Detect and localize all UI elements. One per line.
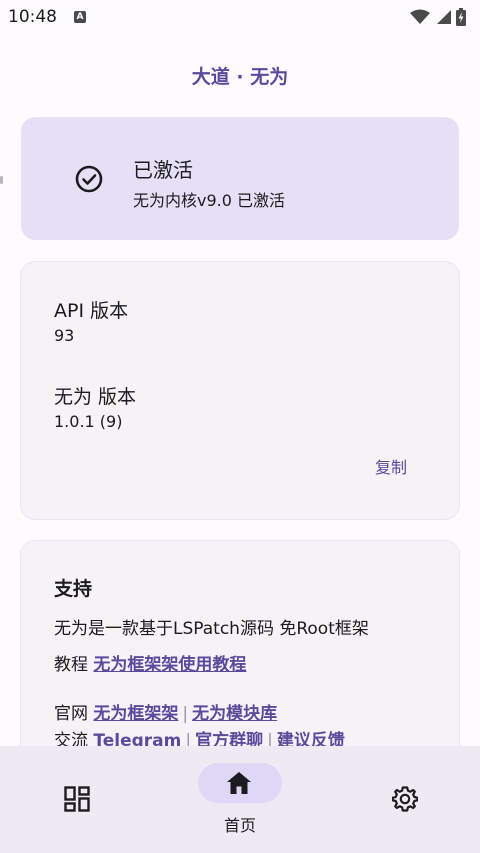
modules-icon [64,786,90,812]
app-version-label: 无为 版本 [54,386,137,408]
version-card: API 版本 93 无为 版本 1.0.1 (9) 复制 [21,262,459,519]
status-time: 10:48 [8,7,57,27]
wifi-icon [410,9,430,24]
signal-icon [437,10,451,24]
nav-settings[interactable] [368,746,440,853]
tutorial-row: 教程 无为框架架使用教程 [54,650,246,675]
separator: | [182,704,189,724]
bottom-navigation: 首页 [0,746,480,853]
api-version-label: API 版本 [54,300,129,322]
website-prefix: 官网 [54,704,88,724]
status-icons [410,8,466,26]
settings-icon [392,786,418,812]
edge-indicator [0,176,3,184]
support-description: 无为是一款基于LSPatch源码 免Root框架 [54,619,369,639]
copy-button[interactable]: 复制 [375,454,407,478]
nav-modules[interactable] [40,746,112,853]
tutorial-prefix: 教程 [54,655,88,675]
app-title: 大道 · 无为 [191,66,289,88]
app-version-value: 1.0.1 (9) [54,412,123,431]
home-icon [227,772,251,794]
website-link-modules[interactable]: 无为模块库 [192,704,277,724]
support-title: 支持 [54,578,93,600]
activation-card: 已激活 无为内核v9.0 已激活 [21,117,459,240]
check-circle-icon [75,165,103,193]
tutorial-link[interactable]: 无为框架架使用教程 [93,655,246,675]
battery-charging-icon [456,8,466,26]
activation-subtitle: 无为内核v9.0 已激活 [133,191,286,210]
website-link-framework[interactable]: 无为框架架 [93,704,178,724]
notification-icon: A [74,11,86,23]
website-row: 官网 无为框架架 | 无为模块库 [54,699,277,724]
nav-home-label: 首页 [223,816,256,835]
status-bar: 10:48 A [0,0,480,34]
nav-home[interactable]: 首页 [196,746,284,853]
activation-title: 已激活 [133,158,193,182]
api-version-value: 93 [54,326,75,345]
